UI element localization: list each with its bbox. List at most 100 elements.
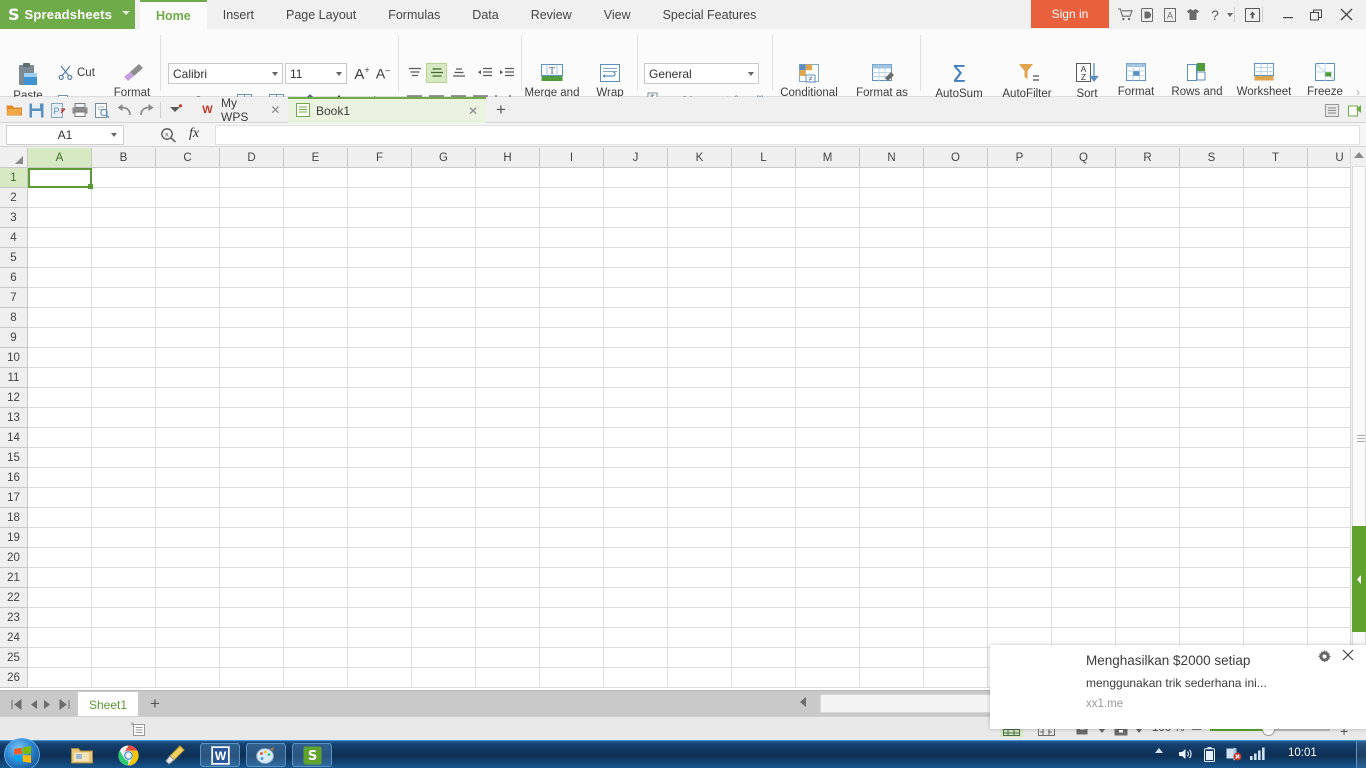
cell-K17[interactable] bbox=[668, 488, 732, 508]
cell-R4[interactable] bbox=[1116, 228, 1180, 248]
help-chevron-down-icon[interactable] bbox=[1219, 4, 1241, 25]
cell-J24[interactable] bbox=[604, 628, 668, 648]
align-top-button[interactable] bbox=[404, 63, 425, 83]
cell-A9[interactable] bbox=[28, 328, 92, 348]
cell-F11[interactable] bbox=[348, 368, 412, 388]
cell-A7[interactable] bbox=[28, 288, 92, 308]
cell-E21[interactable] bbox=[284, 568, 348, 588]
cell-H18[interactable] bbox=[476, 508, 540, 528]
cell-J7[interactable] bbox=[604, 288, 668, 308]
cell-C15[interactable] bbox=[156, 448, 220, 468]
cell-D21[interactable] bbox=[220, 568, 284, 588]
cell-E12[interactable] bbox=[284, 388, 348, 408]
cell-G23[interactable] bbox=[412, 608, 476, 628]
cell-H15[interactable] bbox=[476, 448, 540, 468]
cell-L5[interactable] bbox=[732, 248, 796, 268]
cell-N2[interactable] bbox=[860, 188, 924, 208]
cell-H12[interactable] bbox=[476, 388, 540, 408]
cell-Q11[interactable] bbox=[1052, 368, 1116, 388]
cell-J5[interactable] bbox=[604, 248, 668, 268]
column-header-A[interactable]: A bbox=[28, 148, 92, 168]
cell-R2[interactable] bbox=[1116, 188, 1180, 208]
cell-D12[interactable] bbox=[220, 388, 284, 408]
cell-R23[interactable] bbox=[1116, 608, 1180, 628]
cell-E4[interactable] bbox=[284, 228, 348, 248]
cell-B11[interactable] bbox=[92, 368, 156, 388]
cell-B3[interactable] bbox=[92, 208, 156, 228]
tab-review[interactable]: Review bbox=[515, 0, 588, 29]
cell-T15[interactable] bbox=[1244, 448, 1308, 468]
cell-G25[interactable] bbox=[412, 648, 476, 668]
cell-A23[interactable] bbox=[28, 608, 92, 628]
cell-D2[interactable] bbox=[220, 188, 284, 208]
cell-B12[interactable] bbox=[92, 388, 156, 408]
increase-indent-button[interactable] bbox=[496, 63, 517, 83]
cell-L23[interactable] bbox=[732, 608, 796, 628]
cell-M1[interactable] bbox=[796, 168, 860, 188]
cell-A3[interactable] bbox=[28, 208, 92, 228]
cell-A13[interactable] bbox=[28, 408, 92, 428]
cell-G2[interactable] bbox=[412, 188, 476, 208]
cell-M9[interactable] bbox=[796, 328, 860, 348]
cell-I6[interactable] bbox=[540, 268, 604, 288]
cell-F1[interactable] bbox=[348, 168, 412, 188]
cell-H8[interactable] bbox=[476, 308, 540, 328]
cell-Q1[interactable] bbox=[1052, 168, 1116, 188]
cell-B16[interactable] bbox=[92, 468, 156, 488]
cell-T3[interactable] bbox=[1244, 208, 1308, 228]
cell-H10[interactable] bbox=[476, 348, 540, 368]
cell-D8[interactable] bbox=[220, 308, 284, 328]
cell-G4[interactable] bbox=[412, 228, 476, 248]
cell-P13[interactable] bbox=[988, 408, 1052, 428]
cell-H26[interactable] bbox=[476, 668, 540, 688]
shirt-icon[interactable] bbox=[1182, 4, 1204, 25]
row-header-18[interactable]: 18 bbox=[0, 508, 28, 528]
vertical-scrollbar[interactable] bbox=[1350, 148, 1366, 690]
increase-font-size-button[interactable]: A+ bbox=[352, 63, 372, 84]
cell-B22[interactable] bbox=[92, 588, 156, 608]
cell-D10[interactable] bbox=[220, 348, 284, 368]
cell-N22[interactable] bbox=[860, 588, 924, 608]
sign-in-button[interactable]: Sign in bbox=[1031, 0, 1109, 28]
cell-J2[interactable] bbox=[604, 188, 668, 208]
font-size-input[interactable]: 11 bbox=[285, 63, 347, 84]
cell-C18[interactable] bbox=[156, 508, 220, 528]
cell-K12[interactable] bbox=[668, 388, 732, 408]
cell-A17[interactable] bbox=[28, 488, 92, 508]
cell-S3[interactable] bbox=[1180, 208, 1244, 228]
cell-T8[interactable] bbox=[1244, 308, 1308, 328]
cell-L2[interactable] bbox=[732, 188, 796, 208]
cell-S1[interactable] bbox=[1180, 168, 1244, 188]
cell-A22[interactable] bbox=[28, 588, 92, 608]
cell-R3[interactable] bbox=[1116, 208, 1180, 228]
cell-G3[interactable] bbox=[412, 208, 476, 228]
cell-N14[interactable] bbox=[860, 428, 924, 448]
cell-H2[interactable] bbox=[476, 188, 540, 208]
cell-E3[interactable] bbox=[284, 208, 348, 228]
row-header-11[interactable]: 11 bbox=[0, 368, 28, 388]
cell-R8[interactable] bbox=[1116, 308, 1180, 328]
tab-data[interactable]: Data bbox=[456, 0, 514, 29]
cell-N5[interactable] bbox=[860, 248, 924, 268]
print-preview-icon[interactable] bbox=[92, 100, 112, 120]
cell-Q17[interactable] bbox=[1052, 488, 1116, 508]
cell-M13[interactable] bbox=[796, 408, 860, 428]
cell-S21[interactable] bbox=[1180, 568, 1244, 588]
cell-L4[interactable] bbox=[732, 228, 796, 248]
cell-P10[interactable] bbox=[988, 348, 1052, 368]
cell-K22[interactable] bbox=[668, 588, 732, 608]
cell-Q7[interactable] bbox=[1052, 288, 1116, 308]
cell-P12[interactable] bbox=[988, 388, 1052, 408]
tab-home[interactable]: Home bbox=[140, 0, 207, 29]
cell-J22[interactable] bbox=[604, 588, 668, 608]
cell-S6[interactable] bbox=[1180, 268, 1244, 288]
cell-T22[interactable] bbox=[1244, 588, 1308, 608]
cell-O9[interactable] bbox=[924, 328, 988, 348]
cell-A5[interactable] bbox=[28, 248, 92, 268]
row-header-6[interactable]: 6 bbox=[0, 268, 28, 288]
column-header-L[interactable]: L bbox=[732, 148, 796, 168]
cell-M4[interactable] bbox=[796, 228, 860, 248]
cell-D4[interactable] bbox=[220, 228, 284, 248]
cell-H20[interactable] bbox=[476, 548, 540, 568]
minimize-icon[interactable] bbox=[1274, 4, 1302, 25]
